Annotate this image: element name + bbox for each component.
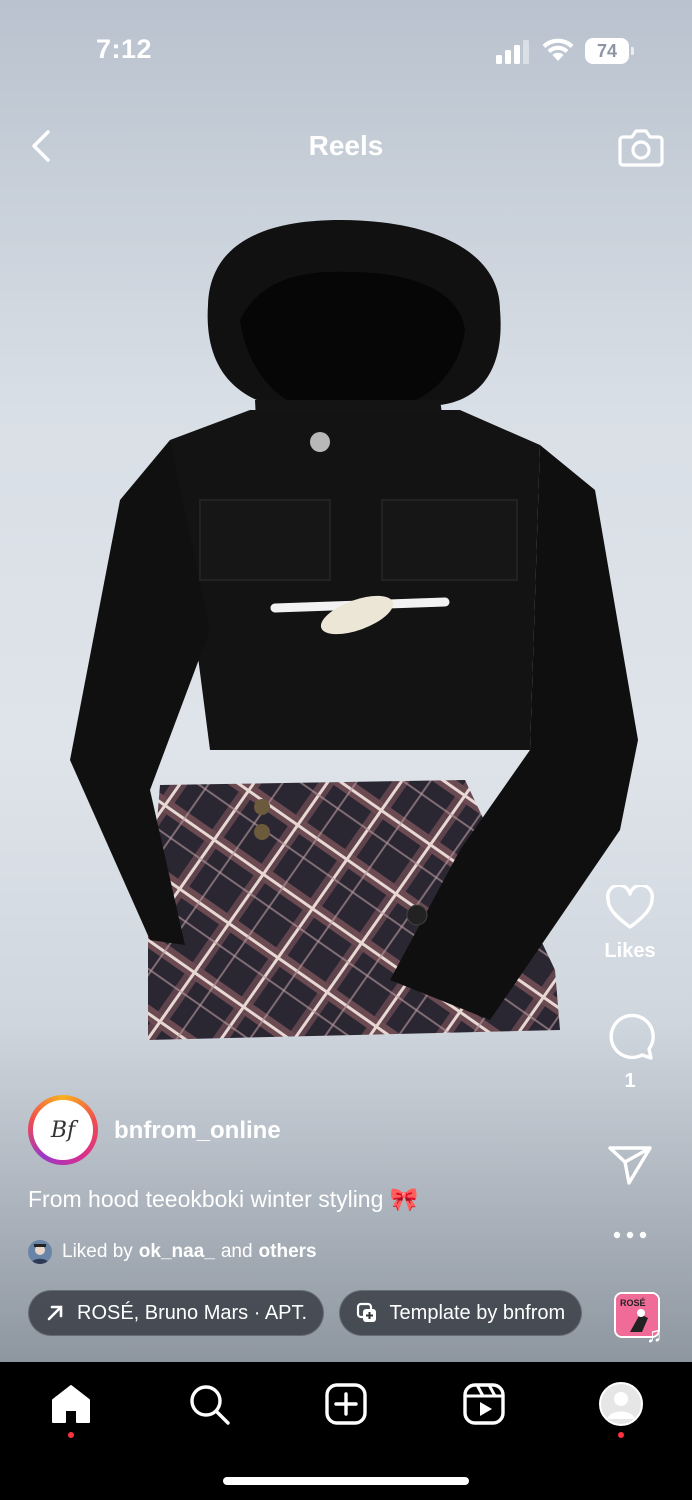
music-chip-label: ROSÉ, Bruno Mars · APT. (77, 1301, 308, 1324)
home-indicator (223, 1477, 469, 1485)
arrow-up-right-icon (45, 1303, 65, 1323)
template-chip[interactable]: Template by bnfrom (338, 1290, 583, 1336)
tab-reels[interactable] (460, 1380, 508, 1428)
home-icon (52, 1385, 90, 1423)
music-thumb-text: ROSÉ (620, 1298, 646, 1308)
comment-count: 1 (624, 1070, 636, 1092)
post-caption[interactable]: From hood teeokboki winter styling 🎀 (28, 1186, 418, 1213)
avatar-logo: Bf (33, 1100, 93, 1160)
more-button[interactable] (590, 1227, 670, 1245)
liked-by[interactable]: Liked by ok_naa_ and others (28, 1240, 323, 1264)
signal-icon (496, 40, 529, 64)
template-icon (356, 1302, 378, 1324)
comment-icon (609, 1013, 655, 1060)
template-chip-label: Template by bnfrom (389, 1301, 566, 1324)
avatar[interactable]: Bf (28, 1095, 98, 1165)
tab-home[interactable] (47, 1380, 95, 1438)
username[interactable]: bnfrom_online (114, 1117, 281, 1145)
like-label: Likes (604, 940, 656, 962)
status-bar: 7:12 74 (0, 0, 692, 100)
tab-search[interactable] (185, 1380, 233, 1428)
like-button[interactable]: Likes (590, 883, 670, 963)
tab-bar (0, 1362, 692, 1500)
status-time: 7:12 (96, 34, 153, 64)
page-title: Reels (308, 130, 384, 161)
chip-row: ROSÉ, Bruno Mars · APT. Template by bnfr… (28, 1290, 588, 1336)
create-icon (325, 1383, 367, 1425)
search-icon (190, 1385, 230, 1425)
tab-create[interactable] (322, 1380, 370, 1428)
reels-icon (463, 1383, 505, 1425)
liker-avatar (28, 1240, 52, 1264)
profile-notification-dot (618, 1432, 624, 1438)
reel-video[interactable]: 7:12 74 Reels Likes 1 Bf bnfrom_online F… (0, 0, 692, 1362)
liked-by-user[interactable]: ok_naa_ (139, 1241, 215, 1263)
battery-icon: 74 (585, 38, 634, 64)
music-chip[interactable]: ROSÉ, Bruno Mars · APT. (28, 1290, 325, 1336)
camera-icon[interactable] (617, 125, 665, 169)
tab-profile[interactable] (597, 1380, 645, 1438)
music-note-icon: ♫ (646, 1322, 663, 1347)
send-icon (608, 1146, 652, 1185)
comment-button[interactable]: 1 (590, 1011, 670, 1093)
liked-by-and: and (220, 1241, 253, 1262)
home-notification-dot (68, 1432, 74, 1438)
heart-icon (606, 883, 654, 929)
liked-by-others[interactable]: others (259, 1241, 317, 1263)
share-button[interactable] (590, 1143, 670, 1192)
more-icon (613, 1231, 647, 1239)
video-content-outfit (70, 220, 638, 1040)
liked-by-prefix: Liked by (62, 1241, 133, 1262)
profile-icon (599, 1382, 643, 1426)
battery-level: 74 (596, 41, 618, 61)
wifi-icon (542, 38, 574, 61)
